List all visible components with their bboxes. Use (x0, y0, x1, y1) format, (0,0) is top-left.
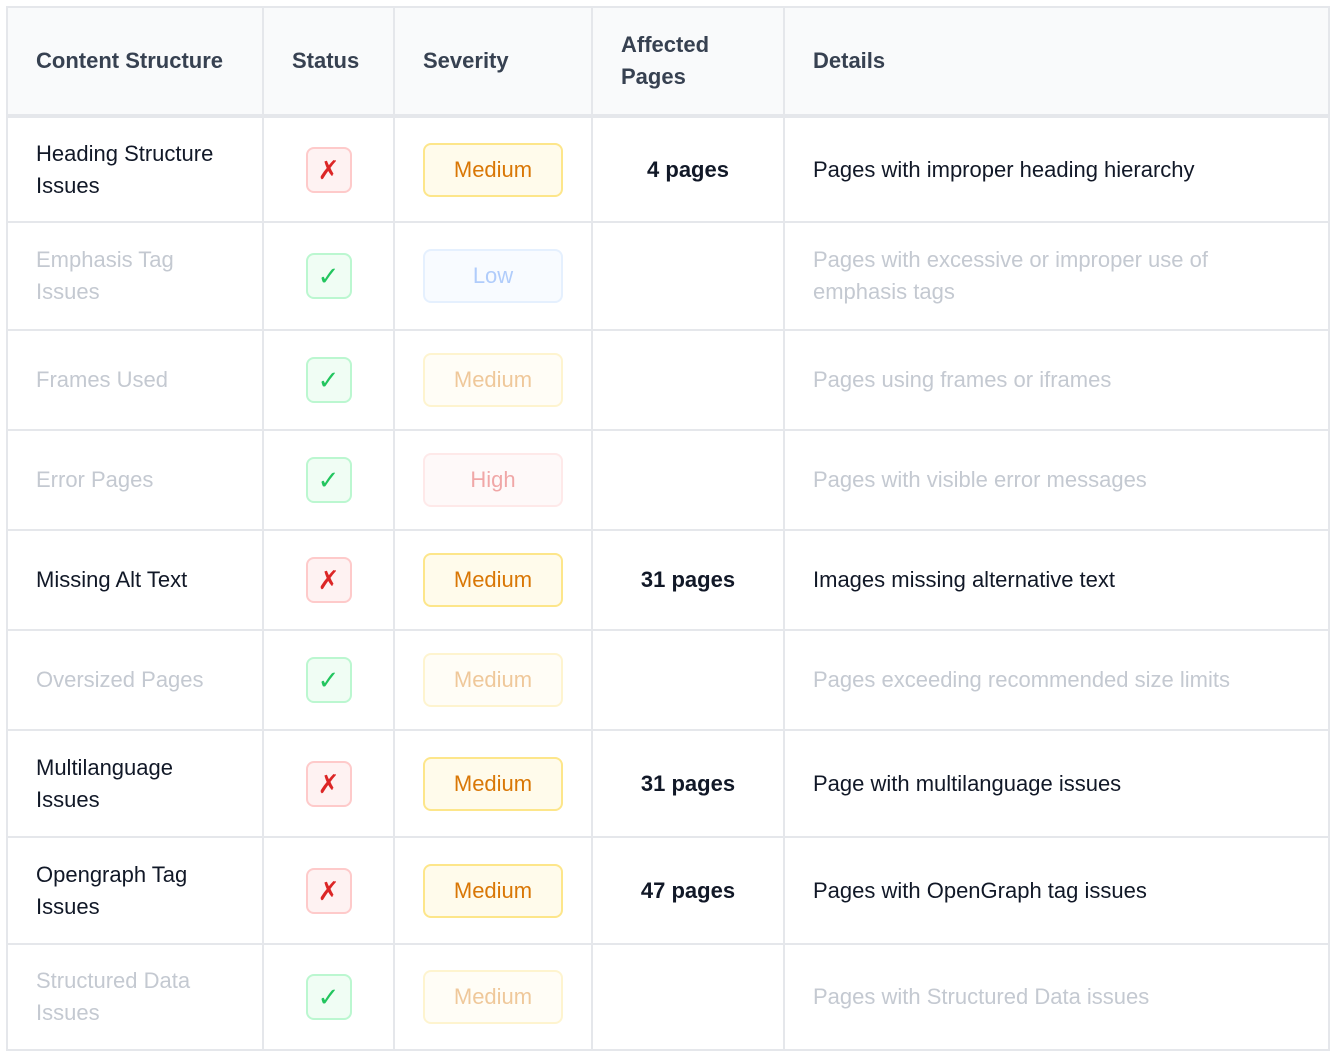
severity-badge: Medium (423, 970, 563, 1024)
affected-cell: 31 pages (591, 729, 785, 838)
fail-icon: ✗ (305, 867, 352, 914)
table-row: Missing Alt Text ✗ Medium 31 pages Image… (6, 529, 1330, 631)
status-cell: ✗ (262, 115, 395, 223)
check-icon: ✓ (305, 974, 352, 1020)
status-cell: ✓ (262, 329, 395, 431)
severity-badge: Low (423, 249, 563, 303)
severity-badge: Medium (423, 653, 563, 707)
status-cell: ✓ (262, 943, 395, 1051)
status-cell: ✓ (262, 629, 395, 731)
row-name: Error Pages (6, 429, 264, 531)
content-structure-table: Content Structure Status Severity Affect… (6, 6, 1330, 1051)
header-affected-pages: Affected Pages (591, 6, 785, 118)
check-icon: ✓ (305, 457, 352, 503)
table-header-row: Content Structure Status Severity Affect… (6, 6, 1330, 118)
severity-cell: Medium (393, 529, 593, 631)
row-name: Structured Data Issues (6, 943, 264, 1051)
table-row: Error Pages ✓ High Pages with visible er… (6, 429, 1330, 531)
status-cell: ✓ (262, 221, 395, 331)
severity-badge: Medium (423, 353, 563, 407)
row-details: Pages with visible error messages (783, 429, 1330, 531)
table-row: Heading Structure Issues ✗ Medium 4 page… (6, 115, 1330, 223)
status-cell: ✗ (262, 729, 395, 838)
severity-cell: Low (393, 221, 593, 331)
severity-badge: Medium (423, 863, 563, 918)
row-name: Missing Alt Text (6, 529, 264, 631)
row-name: Frames Used (6, 329, 264, 431)
severity-badge: Medium (423, 756, 563, 811)
header-status: Status (262, 6, 395, 118)
severity-cell: Medium (393, 329, 593, 431)
check-icon: ✓ (305, 253, 352, 299)
row-details: Pages with improper heading hierarchy (783, 115, 1330, 223)
fail-icon: ✗ (305, 146, 352, 193)
row-name: Oversized Pages (6, 629, 264, 731)
affected-cell (591, 221, 785, 331)
table-row: Frames Used ✓ Medium Pages using frames … (6, 329, 1330, 431)
table-row: Emphasis Tag Issues ✓ Low Pages with exc… (6, 221, 1330, 331)
severity-badge: Medium (423, 553, 563, 607)
row-name: Emphasis Tag Issues (6, 221, 264, 331)
header-content-structure: Content Structure (6, 6, 264, 118)
fail-icon: ✗ (305, 760, 352, 807)
severity-cell: Medium (393, 729, 593, 838)
row-name: Heading Structure Issues (6, 115, 264, 223)
status-cell: ✗ (262, 836, 395, 945)
status-cell: ✗ (262, 529, 395, 631)
affected-pages-count: 31 pages (640, 567, 736, 592)
severity-cell: High (393, 429, 593, 531)
affected-cell (591, 429, 785, 531)
affected-cell (591, 629, 785, 731)
status-cell: ✓ (262, 429, 395, 531)
severity-badge: Medium (423, 142, 563, 197)
table-row: Oversized Pages ✓ Medium Pages exceeding… (6, 629, 1330, 731)
affected-pages-count: 47 pages (640, 877, 736, 903)
row-details: Pages with OpenGraph tag issues (783, 836, 1330, 945)
severity-badge: High (423, 453, 563, 507)
row-details: Images missing alternative text (783, 529, 1330, 631)
severity-cell: Medium (393, 836, 593, 945)
row-name: Opengraph Tag Issues (6, 836, 264, 945)
check-icon: ✓ (305, 357, 352, 403)
fail-icon: ✗ (305, 557, 352, 603)
affected-cell: 47 pages (591, 836, 785, 945)
affected-cell: 4 pages (591, 115, 785, 223)
row-details: Pages with excessive or improper use of … (783, 221, 1330, 331)
header-details: Details (783, 6, 1330, 118)
row-details: Page with multilanguage issues (783, 729, 1330, 838)
row-name: Multilanguage Issues (6, 729, 264, 838)
header-severity: Severity (393, 6, 593, 118)
severity-cell: Medium (393, 115, 593, 223)
table-row: Opengraph Tag Issues ✗ Medium 47 pages P… (6, 836, 1330, 945)
severity-cell: Medium (393, 943, 593, 1051)
affected-cell (591, 329, 785, 431)
check-icon: ✓ (305, 657, 352, 703)
table-row: Structured Data Issues ✓ Medium Pages wi… (6, 943, 1330, 1051)
affected-cell: 31 pages (591, 529, 785, 631)
table-row: Multilanguage Issues ✗ Medium 31 pages P… (6, 729, 1330, 838)
row-details: Pages using frames or iframes (783, 329, 1330, 431)
affected-pages-count: 31 pages (640, 770, 736, 796)
content-structure-table-container: Content Structure Status Severity Affect… (6, 6, 1330, 1051)
row-details: Pages with Structured Data issues (783, 943, 1330, 1051)
affected-cell (591, 943, 785, 1051)
row-details: Pages exceeding recommended size limits (783, 629, 1330, 731)
affected-pages-count: 4 pages (647, 156, 729, 182)
severity-cell: Medium (393, 629, 593, 731)
